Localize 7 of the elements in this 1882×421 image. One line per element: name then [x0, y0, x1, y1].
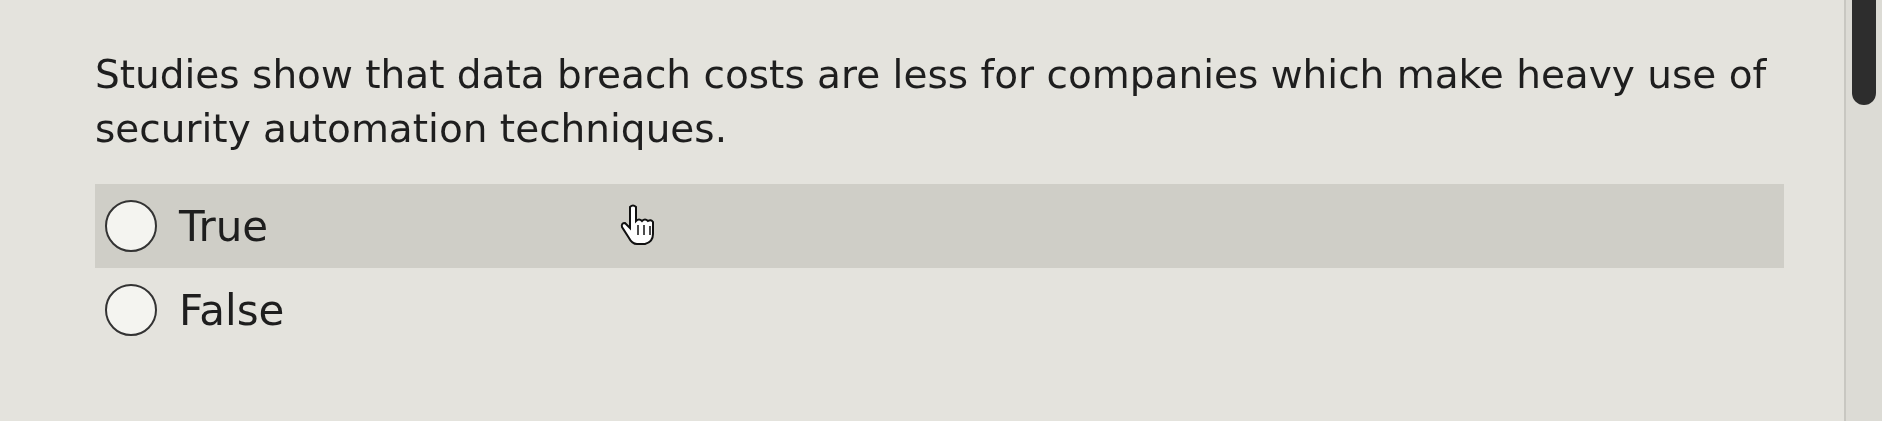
answer-option[interactable]: False [95, 268, 1784, 352]
question-text: Studies show that data breach costs are less for companies which make heavy use of security automation techniques. [95, 51, 1768, 153]
scrollbar[interactable] [1844, 0, 1882, 421]
scrollbar-thumb[interactable] [1852, 0, 1876, 105]
radio-button[interactable] [105, 200, 157, 252]
answer-option[interactable]: True [95, 184, 1784, 268]
radio-button[interactable] [105, 284, 157, 336]
